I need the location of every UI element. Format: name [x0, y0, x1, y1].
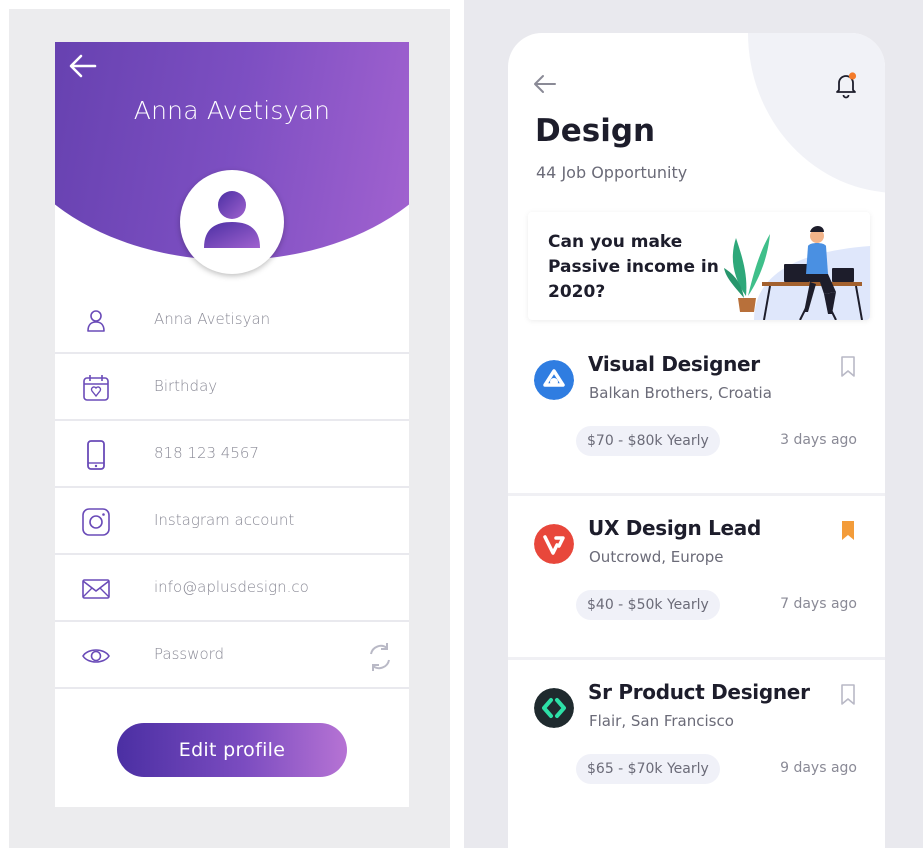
- page-title: Design: [535, 113, 656, 149]
- field-label: 818 123 4567: [154, 444, 259, 462]
- back-arrow-icon[interactable]: [67, 52, 99, 80]
- calendar-icon: [83, 375, 109, 401]
- job-card[interactable]: Visual Designer Balkan Brothers, Croatia…: [508, 332, 885, 496]
- bookmark-icon[interactable]: [840, 356, 856, 378]
- job-card[interactable]: Sr Product Designer Flair, San Francisco…: [508, 660, 885, 824]
- posted-time: 7 days ago: [780, 596, 857, 612]
- jobs-screen: Design 44 Job Opportunity Can you make P…: [508, 33, 885, 848]
- field-label: Birthday: [154, 377, 218, 395]
- eye-icon: [82, 649, 110, 663]
- promo-text: Can you make Passive income in 2020?: [548, 232, 719, 302]
- salary-badge: $65 - $70k Yearly: [576, 754, 720, 784]
- user-icon: [87, 310, 105, 332]
- field-row-birthday[interactable]: Birthday: [55, 355, 409, 421]
- notification-dot: [848, 72, 857, 80]
- balkan-brothers-logo-icon: [534, 360, 574, 400]
- posted-time: 3 days ago: [780, 432, 857, 448]
- job-company: Balkan Brothers, Croatia: [589, 384, 772, 402]
- user-avatar-icon: [204, 191, 260, 248]
- field-label: Password: [154, 645, 225, 663]
- outcrowd-logo-icon: [534, 524, 574, 564]
- field-row-email[interactable]: info@aplusdesign.co: [55, 556, 409, 622]
- field-row-phone[interactable]: 818 123 4567: [55, 422, 409, 488]
- flair-logo-icon: [534, 688, 574, 728]
- desk-illustration: [724, 226, 870, 320]
- job-title: Sr Product Designer: [588, 680, 810, 704]
- salary-badge: $70 - $80k Yearly: [576, 426, 720, 456]
- profile-screen: Anna Avetisyan Anna Avetisyan Birthday 8…: [55, 42, 409, 807]
- job-title: UX Design Lead: [588, 516, 761, 540]
- edit-profile-button[interactable]: Edit profile: [117, 723, 347, 777]
- job-card[interactable]: UX Design Lead Outcrowd, Europe $40 - $5…: [508, 496, 885, 660]
- bookmark-icon[interactable]: [840, 684, 856, 706]
- job-title: Visual Designer: [588, 352, 760, 376]
- mail-icon: [82, 579, 110, 599]
- back-arrow-icon[interactable]: [532, 73, 558, 95]
- job-company: Flair, San Francisco: [589, 712, 734, 730]
- instagram-icon: [82, 508, 110, 536]
- posted-time: 9 days ago: [780, 760, 857, 776]
- avatar[interactable]: [180, 170, 284, 274]
- bookmark-filled-icon[interactable]: [840, 520, 856, 542]
- salary-badge: $40 - $50k Yearly: [576, 590, 720, 620]
- bell-icon[interactable]: [834, 71, 858, 99]
- field-label: info@aplusdesign.co: [154, 578, 309, 596]
- refresh-icon[interactable]: [365, 640, 395, 674]
- page-subtitle: 44 Job Opportunity: [536, 163, 688, 182]
- profile-name: Anna Avetisyan: [133, 96, 331, 125]
- job-company: Outcrowd, Europe: [589, 548, 724, 566]
- promo-banner[interactable]: Can you make Passive income in 2020?: [528, 212, 870, 320]
- field-label: Anna Avetisyan: [154, 310, 271, 328]
- phone-icon: [87, 440, 105, 470]
- field-label: Instagram account: [154, 511, 295, 529]
- field-row-password[interactable]: Password: [55, 623, 409, 689]
- field-row-name[interactable]: Anna Avetisyan: [55, 288, 409, 354]
- decorative-shape: [748, 33, 885, 193]
- field-row-instagram[interactable]: Instagram account: [55, 489, 409, 555]
